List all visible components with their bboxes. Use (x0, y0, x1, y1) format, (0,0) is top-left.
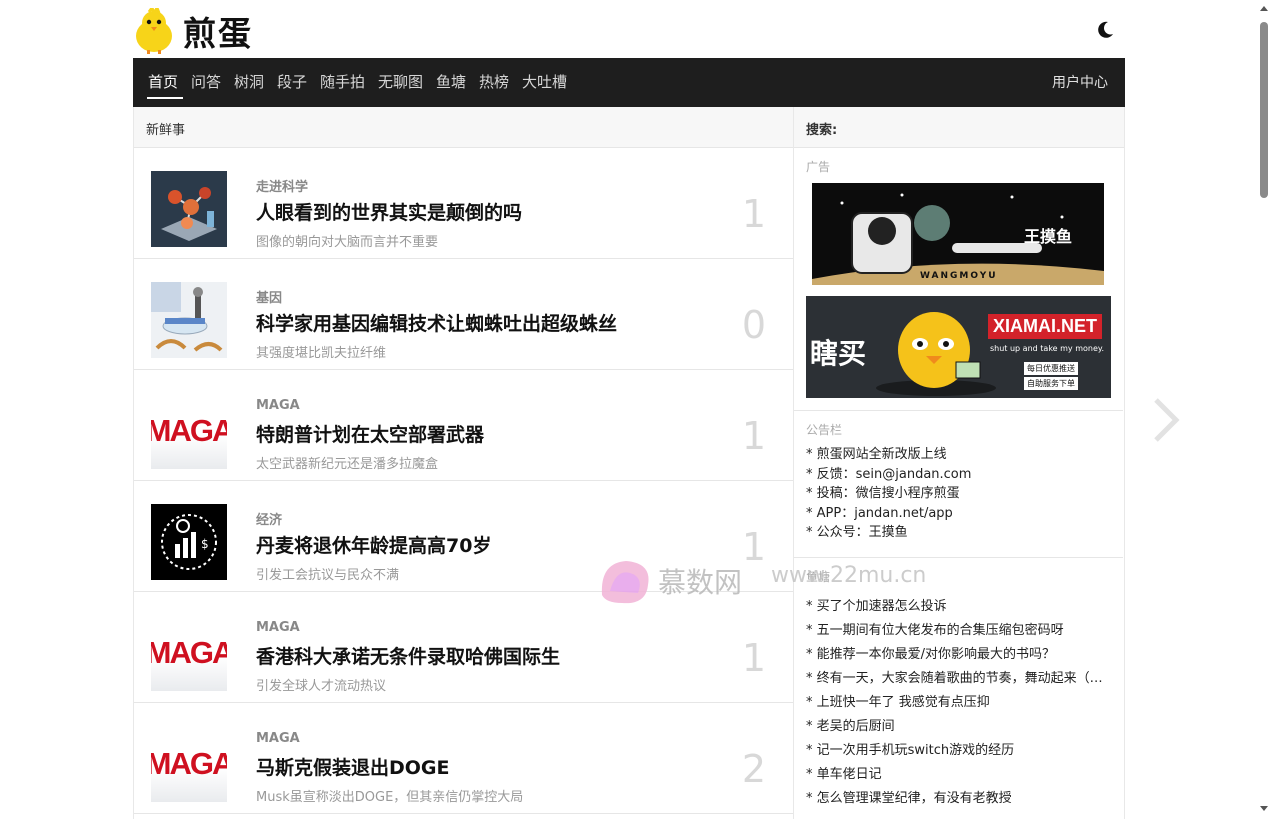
ad-banner-wangmoyu[interactable]: 王摸鱼 WANGMOYU (812, 183, 1104, 285)
ad2-tag-1: 每日优惠推送 (1024, 362, 1078, 375)
fishpond-item[interactable]: * 买了个加速器怎么投诉 (806, 595, 1111, 619)
post-thumbnail[interactable]: $ (151, 504, 227, 580)
ad1-title: 王摸鱼 (1024, 227, 1073, 246)
nav-item-fishpond[interactable]: 鱼塘 (436, 71, 466, 92)
ad-banner-xiamai[interactable]: 瞎买 XIAMAI.NET shut up and take my money.… (806, 296, 1111, 398)
comment-count[interactable]: 1 (742, 192, 766, 236)
post-thumbnail[interactable]: MAGA (151, 393, 227, 469)
fishpond-item[interactable]: * 记一次用手机玩switch游戏的经历 (806, 739, 1111, 763)
site-header: 煎蛋 (133, 6, 1125, 58)
post-excerpt: 太空武器新纪元还是潘多拉魔盒 (256, 457, 439, 472)
economy-chart-thumbnail-icon: $ (151, 504, 227, 580)
nav-item-qa[interactable]: 问答 (191, 71, 221, 92)
post-category[interactable]: 基因 (256, 287, 282, 306)
notice-board: 公告栏 * 煎蛋网站全新改版上线 * 反馈：sein@jandan.com * … (794, 411, 1123, 558)
page: 煎蛋 首页 问答 树洞 段子 随手拍 无聊图 鱼塘 热榜 大吐槽 用户中心 新鲜… (0, 0, 1272, 819)
lab-thumbnail-icon (151, 282, 227, 358)
fishpond-list: 鱼塘 * 买了个加速器怎么投诉 * 五一期间有位大佬发布的合集压缩包密码呀 * … (794, 558, 1123, 819)
nav-item-snapshots[interactable]: 随手拍 (320, 71, 365, 92)
post-excerpt: 引发工会抗议与民众不满 (256, 568, 400, 583)
nav-active-indicator (147, 97, 183, 99)
news-item[interactable]: 基因 科学家用基因编辑技术让蜘蛛吐出超级蛛丝 其强度堪比凯夫拉纤维 0 (134, 259, 793, 370)
fishpond-item[interactable]: * 五一期间有位大佬发布的合集压缩包密码呀 (806, 619, 1111, 643)
post-excerpt: 引发全球人才流动热议 (256, 679, 387, 694)
fishpond-item[interactable]: * 能推荐一本你最爱/对你影响最大的书吗？ (806, 643, 1111, 667)
post-title[interactable]: 香港科大承诺无条件录取哈佛国际生 (256, 642, 560, 669)
maga-thumbnail-text: MAGA (151, 746, 227, 781)
notice-item[interactable]: * 反馈：sein@jandan.com (806, 465, 1111, 485)
comment-count[interactable]: 0 (742, 303, 766, 347)
fishpond-label: 鱼塘 (806, 570, 831, 584)
post-category[interactable]: 经济 (256, 509, 282, 528)
post-title[interactable]: 人眼看到的世界其实是颠倒的吗 (256, 198, 522, 225)
notice-item[interactable]: * APP：jandan.net/app (806, 504, 1111, 524)
post-excerpt: 其强度堪比凯夫拉纤维 (256, 346, 387, 361)
molecule-thumbnail-icon (151, 171, 227, 247)
scrollbar-thumb[interactable] (1260, 22, 1268, 198)
news-list-heading: 新鲜事 (134, 107, 793, 148)
nav-item-pics[interactable]: 无聊图 (378, 71, 423, 92)
post-thumbnail[interactable] (151, 282, 227, 358)
post-category[interactable]: 走进科学 (256, 176, 308, 195)
post-category[interactable]: MAGA (256, 731, 300, 746)
ad2-left-text: 瞎买 (810, 337, 867, 370)
scroll-down-icon[interactable] (1259, 805, 1269, 813)
news-item[interactable]: MAGA MAGA 香港科大承诺无条件录取哈佛国际生 引发全球人才流动热议 1 (134, 592, 793, 703)
comment-count[interactable]: 2 (742, 747, 766, 791)
news-item[interactable]: MAGA MAGA 马斯克假装退出DOGE Musk虽宣称淡出DOGE，但其亲信… (134, 703, 793, 814)
nav-item-hot[interactable]: 热榜 (479, 71, 509, 92)
news-list: 新鲜事 走进科学 人眼看到的世界其实是颠倒的吗 图像的朝向对大脑而言并不重要 1… (133, 107, 794, 819)
nav-item-rant[interactable]: 大吐槽 (522, 71, 567, 92)
ad2-slogan: shut up and take my money. (990, 344, 1105, 353)
post-thumbnail[interactable]: MAGA (151, 615, 227, 691)
maga-thumbnail-text: MAGA (151, 635, 227, 670)
post-category[interactable]: MAGA (256, 620, 300, 635)
post-excerpt: 图像的朝向对大脑而言并不重要 (256, 235, 439, 250)
nav-item-treehole[interactable]: 树洞 (234, 71, 264, 92)
ad-label: 广告 (806, 160, 831, 174)
site-logo[interactable]: 煎蛋 (133, 6, 263, 56)
main-nav: 首页 问答 树洞 段子 随手拍 无聊图 鱼塘 热榜 大吐槽 用户中心 (133, 58, 1125, 107)
comment-count[interactable]: 1 (742, 414, 766, 458)
search-label[interactable]: 搜索: (794, 107, 1124, 148)
post-excerpt: Musk虽宣称淡出DOGE，但其亲信仍掌控大局 (256, 790, 524, 805)
fishpond-item[interactable]: * 单车佬日记 (806, 763, 1111, 787)
nav-item-home[interactable]: 首页 (148, 71, 178, 92)
post-title[interactable]: 丹麦将退休年龄提高高70岁 (256, 531, 491, 558)
notice-label: 公告栏 (806, 423, 843, 437)
page-scrollbar[interactable] (1256, 0, 1272, 819)
sidebar: 搜索: 广告 王摸鱼 WANGMOYU 瞎买 XIAMAI.NET shut u… (794, 107, 1125, 819)
post-title[interactable]: 特朗普计划在太空部署武器 (256, 420, 484, 447)
dark-mode-moon-icon[interactable] (1095, 20, 1115, 40)
post-category[interactable]: MAGA (256, 398, 300, 413)
fishpond-item[interactable]: * 终有一天，大家会随着歌曲的节奏，舞动起来（… (806, 667, 1111, 691)
chick-logo-icon (136, 8, 172, 54)
fishpond-item[interactable]: * 上班快一年了 我感觉有点压抑 (806, 691, 1111, 715)
post-thumbnail[interactable] (151, 171, 227, 247)
site-name: 煎蛋 (183, 14, 253, 53)
post-title[interactable]: 马斯克假装退出DOGE (256, 753, 450, 780)
nav-item-jokes[interactable]: 段子 (277, 71, 307, 92)
comment-count[interactable]: 1 (742, 636, 766, 680)
next-page-arrow-icon[interactable] (1148, 396, 1184, 444)
news-item[interactable]: $ 经济 丹麦将退休年龄提高高70岁 引发工会抗议与民众不满 1 (134, 481, 793, 592)
comment-count[interactable]: 1 (742, 525, 766, 569)
notice-item: * 煎蛋网站全新改版上线 (806, 447, 947, 462)
ad2-tag-2: 自助服务下单 (1024, 377, 1078, 390)
notice-item: * 投稿：微信搜小程序煎蛋 (806, 486, 960, 501)
scroll-up-icon[interactable] (1259, 4, 1269, 12)
ad2-brand: XIAMAI.NET (988, 314, 1103, 339)
ad-section: 广告 王摸鱼 WANGMOYU 瞎买 XIAMAI.NET shut up an… (794, 148, 1123, 411)
svg-text:$: $ (201, 537, 209, 551)
news-item[interactable]: 走进科学 人眼看到的世界其实是颠倒的吗 图像的朝向对大脑而言并不重要 1 (134, 148, 793, 259)
fishpond-item[interactable]: * 怎么管理课堂纪律，有没有老教授 (806, 787, 1111, 811)
ad1-subtitle: WANGMOYU (920, 271, 998, 281)
news-item[interactable]: MAGA MAGA 特朗普计划在太空部署武器 太空武器新纪元还是潘多拉魔盒 1 (134, 370, 793, 481)
notice-item: * 公众号：王摸鱼 (806, 525, 908, 540)
fishpond-item[interactable]: * 老吴的后厨间 (806, 715, 1111, 739)
maga-thumbnail-text: MAGA (151, 413, 227, 448)
post-thumbnail[interactable]: MAGA (151, 726, 227, 802)
user-center-link[interactable]: 用户中心 (1052, 72, 1108, 92)
post-title[interactable]: 科学家用基因编辑技术让蜘蛛吐出超级蛛丝 (256, 309, 617, 336)
